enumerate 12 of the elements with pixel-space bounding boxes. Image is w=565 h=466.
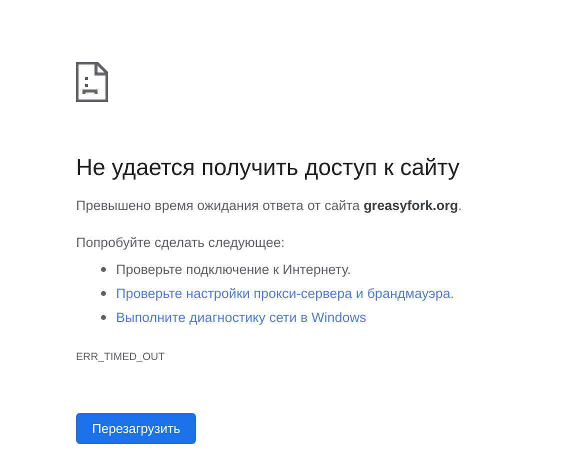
suggestion-link[interactable]: Проверьте настройки прокси-сервера и брандмауэра. (116, 286, 454, 300)
reload-button[interactable]: Перезагрузить (76, 413, 196, 444)
bullet-icon (101, 266, 106, 272)
error-code: ERR_TIMED_OUT (76, 351, 165, 363)
bullet-icon (101, 314, 106, 320)
suggestion-text: Проверьте подключение к Интернету. (116, 262, 351, 276)
error-heading: Не удается получить доступ к сайту (76, 153, 460, 182)
error-description: Превышено время ожидания ответа от сайта greasyfork.org. (76, 197, 462, 215)
sad-page-icon (76, 62, 108, 102)
suggestions-intro: Попробуйте сделать следующее: (76, 234, 285, 252)
bullet-icon (101, 290, 106, 296)
suggestion-link[interactable]: Выполните диагностику сети в Windows (116, 310, 366, 324)
